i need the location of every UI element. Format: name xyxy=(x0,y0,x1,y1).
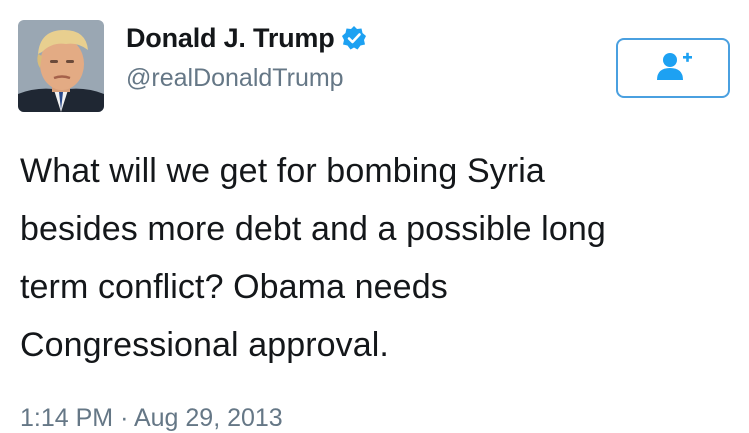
user-handle[interactable]: @realDonaldTrump xyxy=(126,64,344,93)
tweet-text: What will we get for bombing Syria besid… xyxy=(20,142,735,374)
tweet-card: Donald J. Trump @realDonaldTrump What wi… xyxy=(0,0,749,433)
add-user-icon xyxy=(653,51,693,86)
tweet-time: 1:14 PM xyxy=(20,404,114,432)
tweet-text-line: Congressional approval. xyxy=(20,326,389,364)
timestamp-separator: · xyxy=(120,404,129,432)
display-name[interactable]: Donald J. Trump xyxy=(126,23,335,54)
tweet-timestamp[interactable]: 1:14 PM · Aug 29, 2013 xyxy=(20,404,283,433)
name-row: Donald J. Trump xyxy=(126,20,367,56)
tweet-text-line: term conflict? Obama needs xyxy=(20,268,448,306)
tweet-date: Aug 29, 2013 xyxy=(133,404,283,432)
avatar[interactable] xyxy=(18,20,104,112)
verified-badge-icon xyxy=(341,25,367,51)
follow-button[interactable] xyxy=(616,38,730,98)
tweet-text-line: besides more debt and a possible long xyxy=(20,210,606,248)
avatar-image xyxy=(18,20,104,112)
tweet-text-line: What will we get for bombing Syria xyxy=(20,152,545,190)
